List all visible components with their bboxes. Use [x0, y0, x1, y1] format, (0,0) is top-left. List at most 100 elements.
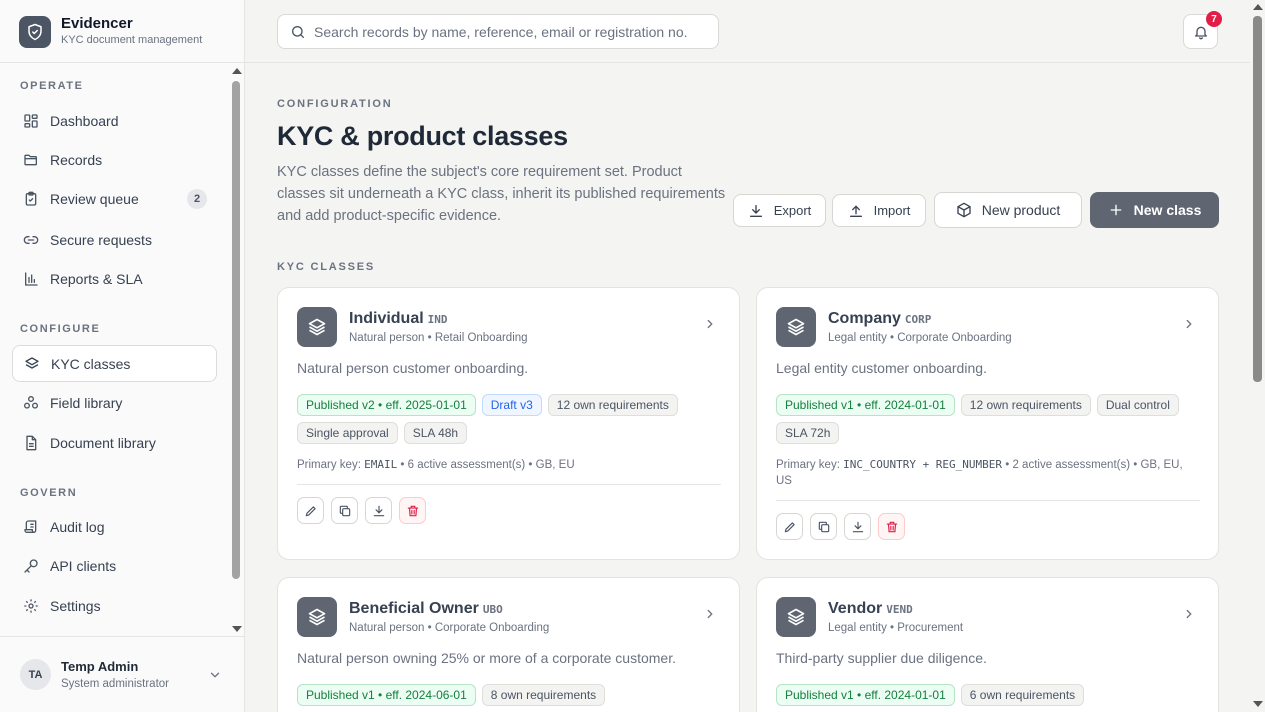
edit-button[interactable]	[776, 513, 803, 540]
new-class-label: New class	[1133, 202, 1202, 218]
chevron-right-icon[interactable]	[703, 607, 717, 626]
sidebar-item-label: Audit log	[50, 518, 105, 535]
copy-icon	[817, 520, 831, 534]
chevron-right-icon[interactable]	[1182, 317, 1196, 336]
class-subtitle: Natural person • Retail Onboarding	[349, 332, 528, 344]
copy-icon	[338, 504, 352, 518]
class-subtitle: Legal entity • Corporate Onboarding	[828, 332, 1012, 344]
package-icon	[956, 202, 972, 218]
class-subtitle: Legal entity • Procurement	[828, 622, 964, 634]
new-product-button[interactable]: New product	[934, 192, 1082, 228]
scroll-icon	[22, 518, 40, 536]
page-scroll-down-icon[interactable]	[1253, 701, 1263, 707]
class-card-beneficial-owner[interactable]: Beneficial Owner UBO Natural person • Cor…	[277, 577, 740, 712]
download-icon	[748, 203, 764, 219]
sidebar-item-document-library[interactable]: Document library	[12, 424, 217, 461]
sidebar-item-secure-requests[interactable]: Secure requests	[12, 221, 217, 258]
notification-count-badge: 7	[1206, 11, 1222, 27]
sidebar-item-label: Records	[50, 151, 103, 168]
nav-section-configure: CONFIGURE	[20, 323, 101, 335]
primary-key: EMAIL	[364, 458, 398, 471]
duplicate-button[interactable]	[331, 497, 358, 524]
sidebar-item-label: Reports & SLA	[50, 270, 143, 287]
bar-chart-icon	[22, 270, 40, 288]
sidebar-item-review-queue[interactable]: Review queue 2	[12, 180, 217, 217]
edit-button[interactable]	[297, 497, 324, 524]
sidebar-scroll-thumb[interactable]	[232, 81, 240, 579]
upload-icon	[848, 203, 864, 219]
published-tag: Published v2 • eff. 2025-01-01	[297, 394, 476, 416]
primary-key: INC_COUNTRY + REG_NUMBER	[843, 458, 1003, 471]
class-tags: Published v1 • eff. 2024-01-01 12 own re…	[776, 394, 1206, 444]
brand[interactable]: Evidencer KYC document management	[0, 0, 244, 63]
clipboard-icon	[22, 190, 40, 208]
sidebar-item-api-clients[interactable]: API clients	[12, 547, 217, 584]
sidebar-item-kyc-classes[interactable]: KYC classes	[12, 345, 217, 382]
class-description: Natural person customer onboarding.	[297, 360, 529, 376]
requirements-tag: 8 own requirements	[481, 684, 606, 706]
class-card-vendor[interactable]: Vendor VEND Legal entity • Procurement Th…	[756, 577, 1219, 712]
sidebar-item-label: Secure requests	[50, 231, 152, 248]
new-class-button[interactable]: New class	[1090, 192, 1219, 228]
class-name: Beneficial Owner	[349, 600, 479, 617]
sidebar-item-settings[interactable]: Settings	[12, 587, 217, 624]
class-name: Individual	[349, 310, 424, 327]
class-card-individual[interactable]: Individual IND Natural person • Retail On…	[277, 287, 740, 560]
user-menu[interactable]: TA Temp Admin System administrator	[0, 636, 244, 712]
sidebar-nav: OPERATE Dashboard Records Review queue 2…	[0, 64, 232, 636]
download-icon	[851, 520, 865, 534]
layers-icon	[776, 307, 816, 347]
class-name-row: Individual IND	[349, 310, 448, 328]
class-tags: Published v1 • eff. 2024-01-01 6 own req…	[776, 684, 1206, 706]
class-subtitle: Natural person • Corporate Onboarding	[349, 622, 550, 634]
shield-logo-icon	[19, 16, 51, 48]
sidebar-item-dashboard[interactable]: Dashboard	[12, 102, 217, 139]
sidebar-item-field-library[interactable]: Field library	[12, 384, 217, 421]
delete-button[interactable]	[878, 513, 905, 540]
folder-icon	[22, 151, 40, 169]
download-button[interactable]	[844, 513, 871, 540]
nav-section-govern: GOVERN	[20, 487, 78, 499]
sidebar-item-reports-sla[interactable]: Reports & SLA	[12, 260, 217, 297]
requirements-tag: 12 own requirements	[960, 394, 1091, 416]
class-code: CORP	[904, 313, 932, 326]
sidebar-item-label: Settings	[50, 597, 101, 614]
class-card-company[interactable]: Company CORP Legal entity • Corporate Onb…	[756, 287, 1219, 560]
page-scroll-thumb[interactable]	[1253, 16, 1262, 382]
requirements-tag: 12 own requirements	[547, 394, 678, 416]
sidebar-item-audit-log[interactable]: Audit log	[12, 508, 217, 545]
export-button[interactable]: Export	[733, 194, 826, 227]
sidebar-scroll-down-icon[interactable]	[232, 626, 242, 632]
sidebar-item-label: Review queue	[50, 190, 139, 207]
card-actions	[297, 497, 426, 524]
search-box[interactable]	[277, 14, 719, 49]
divider	[776, 500, 1200, 501]
card-actions	[776, 513, 905, 540]
download-button[interactable]	[365, 497, 392, 524]
sidebar-scroll-up-icon[interactable]	[232, 68, 242, 74]
sidebar-item-label: Document library	[50, 434, 156, 451]
search-input[interactable]	[314, 23, 714, 40]
meta-suffix: • 6 active assessment(s) • GB, EU	[397, 459, 575, 471]
class-name-row: Beneficial Owner UBO	[349, 600, 503, 618]
class-meta: Primary key: EMAIL • 6 active assessment…	[297, 457, 717, 473]
review-count-badge: 2	[187, 189, 207, 209]
search-icon	[290, 24, 306, 40]
chevron-right-icon[interactable]	[703, 317, 717, 336]
sidebar: Evidencer KYC document management OPERAT…	[0, 0, 245, 712]
page-scroll-up-icon[interactable]	[1253, 4, 1263, 10]
import-button[interactable]: Import	[832, 194, 926, 227]
sidebar-item-records[interactable]: Records	[12, 141, 217, 178]
brand-name: Evidencer	[61, 15, 133, 32]
section-label-kyc-classes: KYC CLASSES	[277, 261, 376, 273]
published-tag: Published v1 • eff. 2024-01-01	[776, 684, 955, 706]
trash-icon	[885, 520, 899, 534]
page-eyebrow: CONFIGURATION	[277, 98, 393, 110]
gear-icon	[22, 597, 40, 615]
delete-button[interactable]	[399, 497, 426, 524]
class-name-row: Vendor VEND	[828, 600, 913, 618]
chevron-down-icon[interactable]	[208, 668, 222, 687]
chevron-right-icon[interactable]	[1182, 607, 1196, 626]
duplicate-button[interactable]	[810, 513, 837, 540]
approval-tag: Single approval	[297, 422, 398, 444]
